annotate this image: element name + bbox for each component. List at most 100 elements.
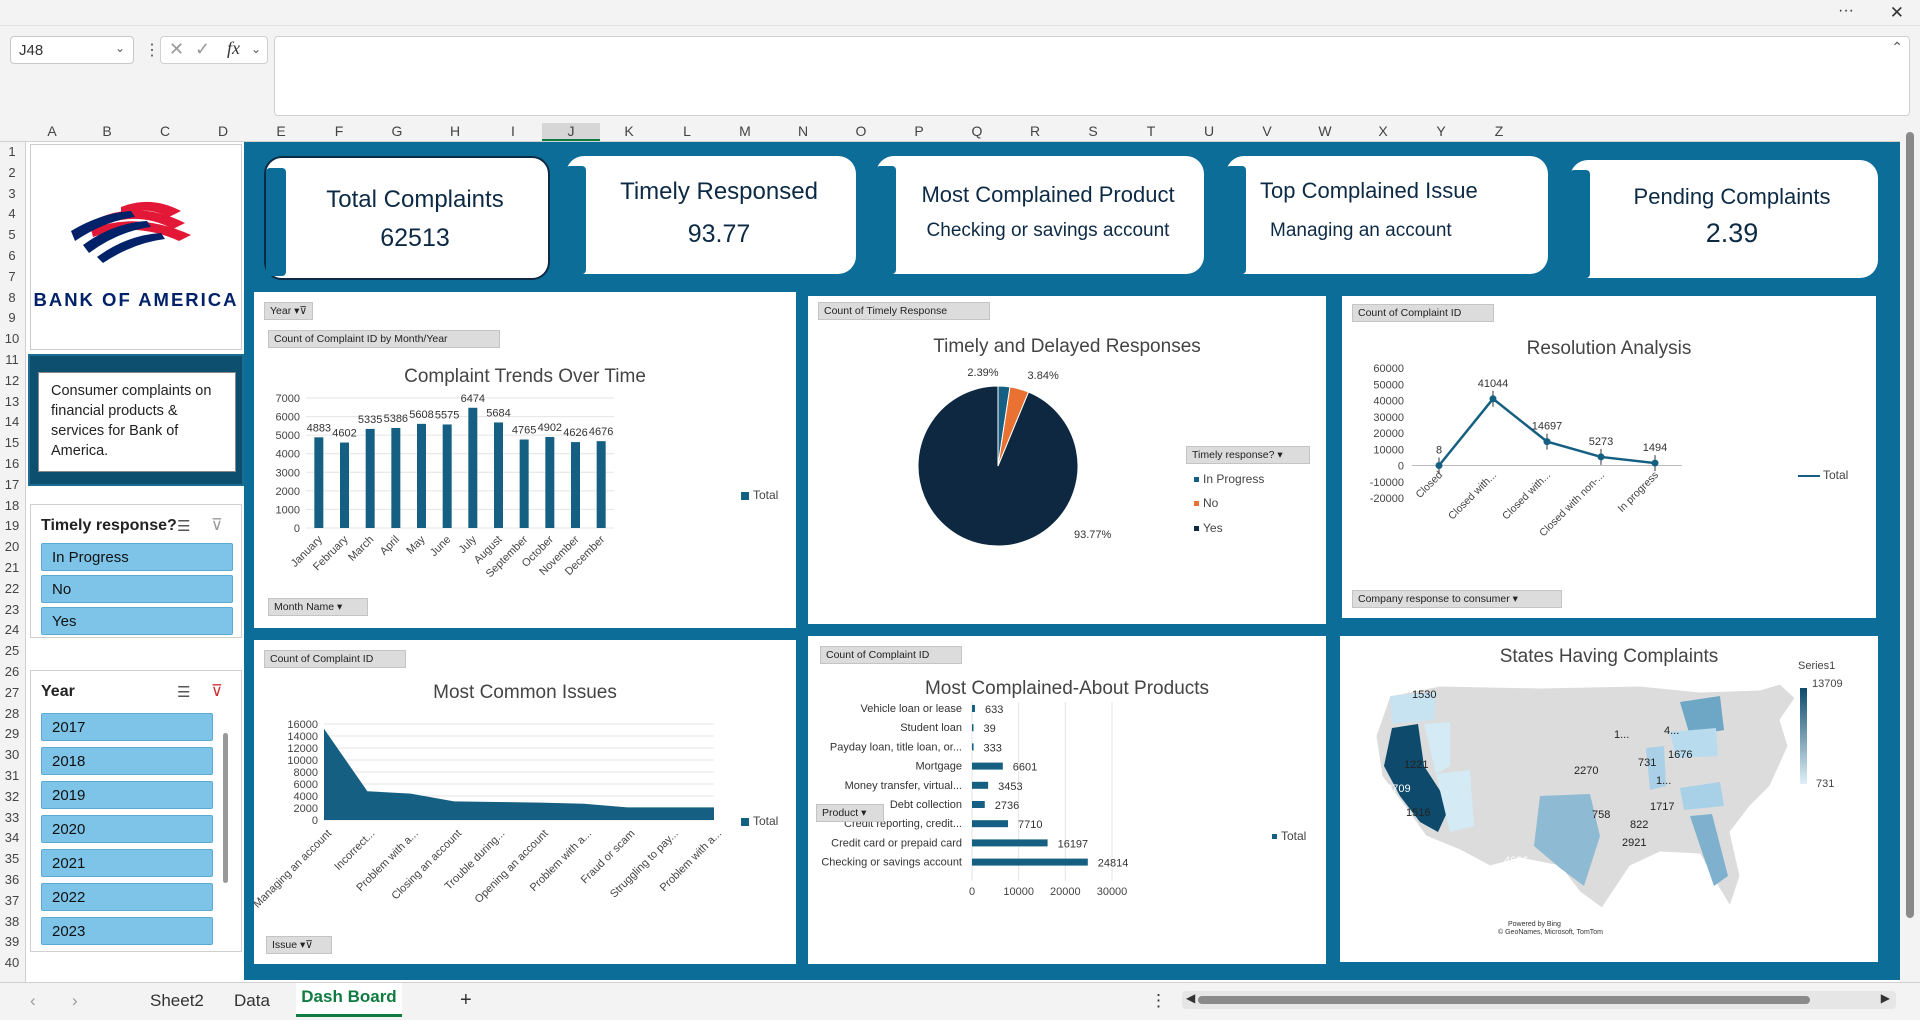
horizontal-scrollbar[interactable]: ◀ ▶	[1182, 991, 1896, 1009]
bar[interactable]	[972, 801, 985, 808]
bar[interactable]	[972, 743, 974, 751]
slicer-item[interactable]: 2019	[41, 781, 213, 809]
bar[interactable]	[340, 442, 349, 528]
row-header[interactable]: 17	[0, 477, 24, 492]
column-header[interactable]: D	[194, 123, 252, 139]
bar[interactable]	[391, 427, 401, 528]
slicer-item[interactable]: 2022	[41, 883, 213, 911]
bar[interactable]	[596, 441, 606, 528]
row-header[interactable]: 3	[0, 186, 24, 201]
row-header[interactable]: 22	[0, 581, 24, 596]
row-header[interactable]: 27	[0, 685, 24, 700]
row-header[interactable]: 12	[0, 373, 24, 388]
column-header[interactable]: R	[1006, 123, 1064, 139]
data-point[interactable]	[1543, 438, 1551, 446]
row-header[interactable]: 20	[0, 539, 24, 554]
clear-filter-icon[interactable]: ⊽	[211, 515, 223, 535]
slicer-item[interactable]: In Progress	[41, 543, 233, 571]
slicer-scrollbar[interactable]	[223, 733, 228, 883]
slicer-item[interactable]: 2020	[41, 815, 213, 843]
row-header[interactable]: 25	[0, 643, 24, 658]
row-header[interactable]: 33	[0, 810, 24, 825]
column-header[interactable]: S	[1064, 123, 1122, 139]
add-sheet-icon[interactable]: +	[460, 989, 472, 1012]
axis-field-button[interactable]: Month Name ▾	[268, 598, 368, 616]
axis-field-button[interactable]: Company response to consumer ▾	[1352, 590, 1562, 608]
row-header[interactable]: 19	[0, 518, 24, 533]
row-header[interactable]: 18	[0, 498, 24, 513]
area-series[interactable]	[324, 728, 714, 820]
column-header[interactable]: P	[890, 123, 948, 139]
slicer-item[interactable]: 2018	[41, 747, 213, 775]
slicer-item[interactable]: 2017	[41, 713, 213, 741]
row-header[interactable]: 28	[0, 706, 24, 721]
confirm-icon[interactable]: ✓	[195, 39, 210, 60]
row-header[interactable]: 34	[0, 830, 24, 845]
timely-filter-button[interactable]: Timely response? ▾	[1186, 446, 1310, 464]
column-header[interactable]: M	[716, 123, 774, 139]
chart-complaint-trends[interactable]: Year ▾⊽ Count of Complaint ID by Month/Y…	[254, 292, 796, 628]
data-point[interactable]	[1435, 461, 1443, 469]
data-point[interactable]	[1651, 459, 1659, 467]
row-header[interactable]: 2	[0, 165, 24, 180]
row-header[interactable]: 38	[0, 914, 24, 929]
bar[interactable]	[972, 781, 989, 789]
chart-states-map[interactable]: States Having Complaints 1530 1221 13709…	[1340, 636, 1878, 962]
close-icon[interactable]: ✕	[1890, 3, 1904, 23]
bar[interactable]	[571, 442, 580, 528]
row-header[interactable]: 8	[0, 290, 24, 305]
slicer-item[interactable]: No	[41, 575, 233, 603]
column-header[interactable]: A	[26, 123, 78, 139]
bar[interactable]	[972, 762, 1003, 770]
bar[interactable]	[365, 428, 375, 528]
row-header[interactable]: 37	[0, 893, 24, 908]
bar[interactable]	[972, 839, 1048, 847]
row-header[interactable]: 16	[0, 456, 24, 471]
column-header[interactable]: C	[136, 123, 194, 139]
row-header[interactable]: 31	[0, 768, 24, 783]
column-header[interactable]: G	[368, 123, 426, 139]
chart-most-complained-products[interactable]: Count of Complaint ID Most Complained-Ab…	[808, 636, 1326, 964]
column-header[interactable]: L	[658, 123, 716, 139]
row-header[interactable]: 39	[0, 934, 24, 949]
bar[interactable]	[468, 407, 478, 528]
insert-function-icon[interactable]: fx	[227, 38, 240, 59]
column-header[interactable]: F	[310, 123, 368, 139]
row-header[interactable]: 15	[0, 435, 24, 450]
row-header[interactable]: 6	[0, 248, 24, 263]
column-header[interactable]: Z	[1470, 123, 1528, 139]
column-header[interactable]: B	[78, 123, 136, 139]
row-header[interactable]: 23	[0, 602, 24, 617]
more-vertical-icon[interactable]: ⋮	[144, 40, 160, 60]
column-header[interactable]: V	[1238, 123, 1296, 139]
cancel-icon[interactable]: ✕	[169, 39, 184, 60]
row-header[interactable]: 10	[0, 331, 24, 346]
row-header[interactable]: 30	[0, 747, 24, 762]
bar[interactable]	[494, 422, 503, 528]
pie-slice[interactable]	[917, 385, 1079, 547]
column-header[interactable]: N	[774, 123, 832, 139]
bar[interactable]	[417, 423, 426, 528]
axis-field-button[interactable]: Product ▾	[816, 804, 884, 822]
row-header[interactable]: 9	[0, 310, 24, 325]
slicer-item[interactable]: 2021	[41, 849, 213, 877]
row-header[interactable]: 1	[0, 144, 24, 159]
column-header[interactable]: Y	[1412, 123, 1470, 139]
row-header[interactable]: 7	[0, 269, 24, 284]
bar[interactable]	[972, 705, 975, 712]
row-header[interactable]: 40	[0, 955, 24, 970]
scroll-right-icon[interactable]: ▶	[1881, 991, 1890, 1005]
chevron-down-icon[interactable]: ⌄	[251, 42, 261, 56]
bar[interactable]	[545, 436, 555, 528]
row-header[interactable]: 11	[0, 352, 24, 367]
bar[interactable]	[972, 820, 1008, 828]
row-header[interactable]: 21	[0, 560, 24, 575]
tab-dash-board[interactable]: Dash Board	[296, 983, 402, 1017]
tab-sheet2[interactable]: Sheet2	[150, 991, 204, 1011]
vertical-scrollbar[interactable]	[1900, 122, 1920, 982]
name-box[interactable]: J48 ⌄	[10, 36, 134, 64]
next-sheet-icon[interactable]: ›	[72, 991, 78, 1011]
chevron-down-icon[interactable]: ⌄	[115, 41, 125, 55]
scroll-thumb[interactable]	[1906, 132, 1914, 918]
column-header[interactable]: X	[1354, 123, 1412, 139]
